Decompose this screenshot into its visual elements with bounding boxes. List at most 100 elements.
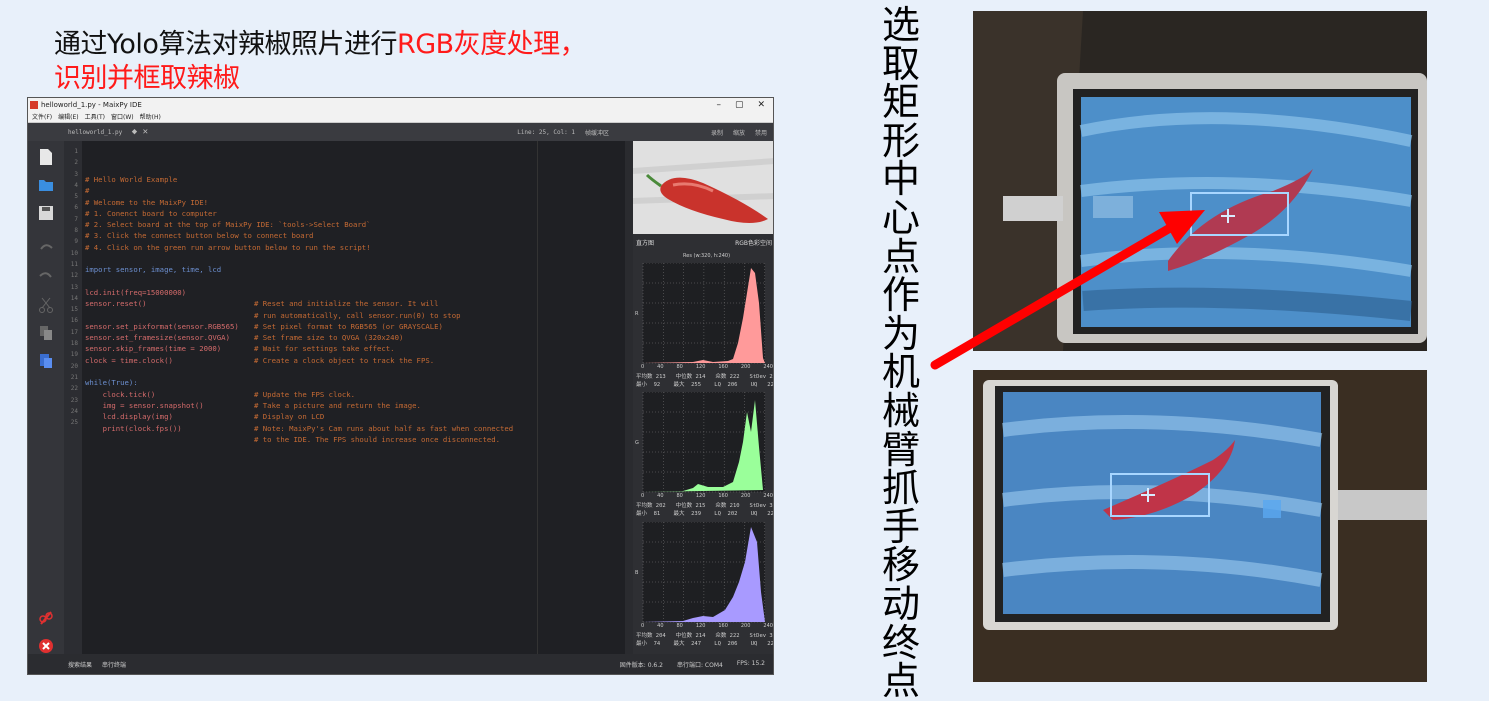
colorspace-select[interactable]: RGB色彩空间 xyxy=(735,238,772,247)
menu-tools[interactable]: 工具(T) xyxy=(85,112,105,121)
menu-edit[interactable]: 编辑(E) xyxy=(58,112,78,121)
code-text: # Welcome to the MaixPy IDE! xyxy=(85,197,209,207)
histogram-axis: 0 40 80 120 160 200 240 xyxy=(641,364,773,370)
caption-char: 终 xyxy=(881,620,920,665)
histogram-stats: 平均数 202 中位数 215 众数 210 StDev 35 最小 81 最大… xyxy=(636,503,774,517)
paste-icon[interactable] xyxy=(38,352,54,370)
code-line: clock.tick() # Update the FPS clock. xyxy=(85,390,633,401)
headline-black: 通过Yolo算法对辣椒照片进行 xyxy=(54,29,397,60)
axis-tick-label: 160 xyxy=(718,493,728,499)
line-number: 11 xyxy=(70,260,78,268)
axis-tick-label: 200 xyxy=(740,623,751,629)
code-line: # run automatically, call sensor.run(0) … xyxy=(85,311,633,322)
line-number: 14 xyxy=(70,294,78,302)
line-number: 1 xyxy=(74,148,78,155)
code-line: import sensor, image, time, lcd xyxy=(85,265,633,276)
search-results-tab[interactable]: 搜索结果 xyxy=(68,660,92,669)
code-line: clock = time.clock() # Create a clock obj… xyxy=(85,356,633,367)
code-line: # to the IDE. The FPS should increase on… xyxy=(85,435,633,446)
line-number: 3 xyxy=(74,170,78,178)
editor-toolstrip: helloworld_1.py ◆ ✕ Line: 25, Col: 1 帧缓冲… xyxy=(28,123,773,141)
menu-file[interactable]: 文件(F) xyxy=(32,112,52,121)
file-tab[interactable]: helloworld_1.py ◆ ✕ xyxy=(68,127,148,137)
line-number: 5 xyxy=(74,193,78,201)
zoom-button[interactable]: 缩放 xyxy=(733,128,745,137)
code-comment: # Take a picture and return the image. xyxy=(254,400,421,410)
code-text: # 3. Click the connect button below to c… xyxy=(85,231,314,241)
caption-char: 心 xyxy=(881,195,920,240)
code-comment: # Wait for settings take effect. xyxy=(254,344,395,354)
line-number: 25 xyxy=(70,419,78,427)
line-number: 19 xyxy=(70,351,78,359)
line-number: 10 xyxy=(70,249,78,257)
new-file-icon[interactable] xyxy=(38,148,54,166)
line-number: 15 xyxy=(70,306,78,314)
axis-tick-label: 120 xyxy=(695,493,706,499)
axis-tick-label: 0 xyxy=(641,623,645,629)
code-line: while(True): xyxy=(85,378,633,389)
stop-icon[interactable] xyxy=(38,637,54,655)
redo-icon[interactable] xyxy=(38,268,54,286)
histogram-toolbar: 直方图 RGB色彩空间 xyxy=(633,236,773,248)
menu-help[interactable]: 帮助(H) xyxy=(140,112,161,121)
app-icon xyxy=(30,100,38,109)
maximize-button[interactable]: ▢ xyxy=(735,100,744,110)
firmware-version: 固件版本: 0.6.2 xyxy=(619,661,663,669)
code-line: print(clock.fps()) # Note: MaixPy's Cam r… xyxy=(85,424,633,435)
axis-tick-label: 40 xyxy=(657,493,664,499)
connect-icon[interactable] xyxy=(38,609,54,627)
record-button[interactable]: 录制 xyxy=(711,128,723,137)
axis-tick-label: 240 xyxy=(763,623,773,629)
code-comment: # Display on LCD xyxy=(254,412,325,422)
code-text: lcd.display(img) xyxy=(85,412,173,422)
red-arrow xyxy=(930,210,1205,370)
axis-tick-label: 160 xyxy=(718,364,728,370)
histogram-axis: 0 40 80 120 160 200 240 xyxy=(641,623,773,629)
caption-char: 点 xyxy=(881,659,920,701)
line-number: 13 xyxy=(70,283,78,291)
code-line: lcd.init(freq=15000000) xyxy=(85,288,633,299)
code-line: # 1. Conenct board to computer xyxy=(85,209,633,220)
editor-scrollbar[interactable] xyxy=(625,141,633,654)
code-text: sensor.set_pixformat(sensor.RGB565) xyxy=(85,321,239,331)
code-text: # 1. Conenct board to computer xyxy=(85,208,217,218)
code-line: sensor.reset() # Reset and initialize the… xyxy=(85,299,633,310)
code-line: img = sensor.snapshot() # Take a picture … xyxy=(85,401,633,412)
code-line: sensor.set_pixformat(sensor.RGB565) # Set… xyxy=(85,322,633,333)
headline-line-1: 通过Yolo算法对辣椒照片进行RGB灰度处理， xyxy=(54,28,587,62)
code-text: clock.tick() xyxy=(85,389,156,399)
axis-tick-label: 0 xyxy=(641,364,645,370)
line-number-gutter: 1 2 3 4 5 6 7 8 9 10 11 12 13 14 15 16 17 18 19 20 21 22 23 24 2… xyxy=(64,141,82,654)
open-folder-icon[interactable] xyxy=(38,176,54,194)
code-line: # xyxy=(85,186,633,197)
serial-terminal-tab[interactable]: 串行终端 xyxy=(102,660,126,669)
line-number: 4 xyxy=(74,181,78,189)
close-tab-icon[interactable]: ◆ ✕ xyxy=(132,127,148,137)
cut-icon[interactable] xyxy=(38,296,54,314)
save-icon[interactable] xyxy=(38,204,54,222)
minimize-button[interactable]: – xyxy=(716,100,721,110)
caption-char: 手 xyxy=(881,504,920,549)
fps-readout: FPS: 15.2 xyxy=(736,659,765,667)
status-bar: 搜索结果 串行终端 固件版本: 0.6.2 串行端口: COM4 FPS: 15… xyxy=(28,654,773,674)
lcd-photo-bottom xyxy=(973,370,1427,682)
code-comment: # Set frame size to QVGA (320x240) xyxy=(254,333,404,343)
disable-button[interactable]: 禁用 xyxy=(755,128,767,137)
caption-char: 械 xyxy=(881,388,920,433)
copy-icon[interactable] xyxy=(38,324,54,342)
close-button[interactable]: ✕ xyxy=(757,100,765,110)
menu-window[interactable]: 窗口(W) xyxy=(111,112,134,121)
histogram-b: B xyxy=(633,521,773,630)
code-comment: # Create a clock object to track the FPS… xyxy=(254,355,435,365)
frame-buffer-preview xyxy=(633,141,773,234)
line-number: 23 xyxy=(70,396,78,404)
code-line: lcd.display(img) # Display on LCD xyxy=(85,412,633,423)
undo-icon[interactable] xyxy=(38,240,54,258)
code-editor[interactable]: # Hello World Example # # Welcome to the M… xyxy=(82,141,633,654)
caption-char: 点 xyxy=(881,234,920,279)
caption-char: 矩 xyxy=(881,80,920,125)
code-text: sensor.reset() xyxy=(85,299,147,309)
